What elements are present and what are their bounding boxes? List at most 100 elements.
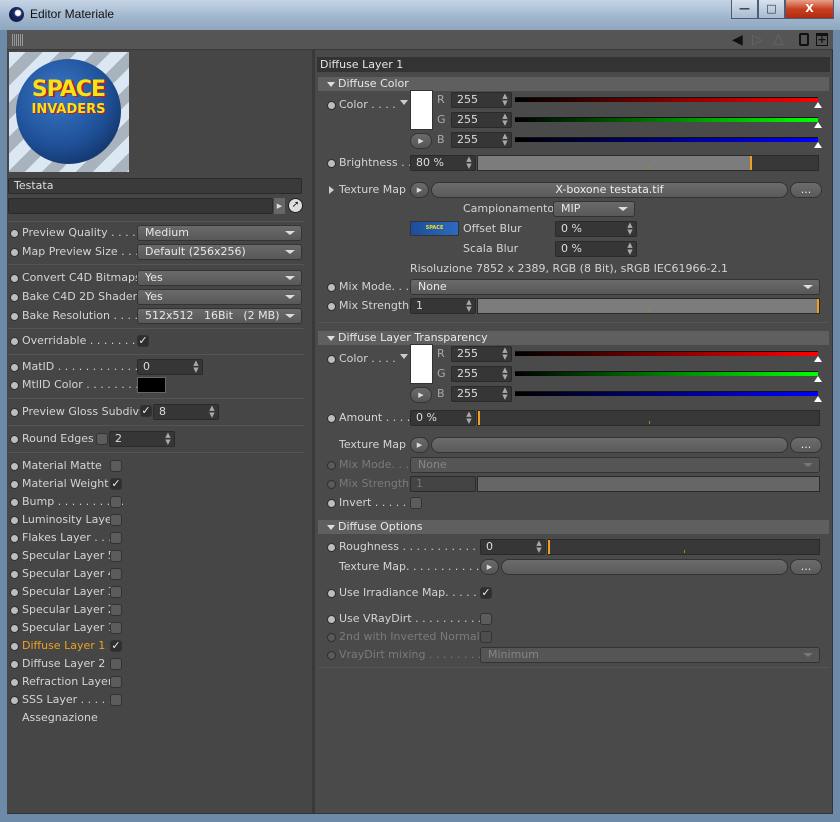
b-input[interactable]: 255 ▲ ▼ — [451, 386, 512, 402]
color-mode-triangle-icon[interactable] — [400, 354, 408, 359]
brightness-slider[interactable] — [477, 155, 819, 171]
browse-button[interactable]: ... — [790, 182, 822, 198]
animate-dot[interactable] — [10, 588, 19, 597]
layer-item-label[interactable]: Specular Layer 4 — [22, 567, 115, 581]
slider-handle[interactable] — [814, 396, 822, 402]
stepper-icon[interactable]: ▲ ▼ — [502, 347, 508, 361]
layer-checkbox[interactable] — [110, 658, 122, 670]
browse-button[interactable]: ... — [790, 437, 822, 453]
forward-arrow-icon[interactable]: ▷ — [752, 32, 763, 48]
animate-dot[interactable] — [10, 624, 19, 633]
round-edges-checkbox[interactable] — [96, 433, 108, 445]
layer-item-label[interactable]: Specular Layer 1 — [22, 621, 115, 635]
stepper-icon[interactable]: ▲ ▼ — [627, 222, 633, 236]
r-slider[interactable] — [515, 351, 822, 362]
texture-menu-button[interactable]: ▶ — [480, 559, 499, 575]
new-panel-icon[interactable]: + — [816, 33, 828, 46]
r-input[interactable]: 255 ▲ ▼ — [451, 346, 512, 362]
preview-quality-dropdown[interactable]: Medium — [137, 225, 302, 241]
animate-dot[interactable] — [10, 642, 19, 651]
bake-resolution-dropdown[interactable]: 512x512 16Bit (2 MB) — [137, 308, 302, 324]
layer-item-label[interactable]: Luminosity Layer — [22, 513, 116, 527]
section-diffuse-color[interactable]: Diffuse Color — [318, 77, 829, 91]
layer-checkbox[interactable]: ✓ — [110, 478, 122, 490]
b-slider[interactable] — [515, 391, 822, 402]
g-input[interactable]: 255 ▲ ▼ — [451, 112, 512, 128]
slider-handle[interactable] — [814, 356, 822, 362]
animate-dot[interactable] — [10, 678, 19, 687]
grip-icon[interactable] — [12, 34, 24, 46]
pick-pointer-icon[interactable]: ➚ — [288, 198, 303, 213]
texture-file-button[interactable] — [501, 559, 788, 575]
r-input[interactable]: 255 ▲ ▼ — [451, 92, 512, 108]
scale-blur-input[interactable]: 0 % ▲ ▼ — [555, 241, 637, 257]
layer-checkbox[interactable] — [110, 460, 122, 472]
slider-handle[interactable] — [478, 411, 480, 425]
slider-handle[interactable] — [814, 102, 822, 108]
section-transparency[interactable]: Diffuse Layer Transparency — [318, 331, 829, 345]
stepper-icon[interactable]: ▲ ▼ — [193, 360, 199, 374]
convert-bitmaps-dropdown[interactable]: Yes — [137, 270, 302, 286]
texture-menu-button[interactable]: ▶ — [410, 437, 429, 453]
mix-strength-slider[interactable] — [477, 298, 820, 314]
layer-checkbox[interactable] — [110, 604, 122, 616]
g-slider[interactable] — [515, 117, 822, 128]
b-slider[interactable] — [515, 137, 822, 148]
animate-dot[interactable] — [10, 462, 19, 471]
animate-dot[interactable] — [10, 552, 19, 561]
stepper-icon[interactable]: ▲ ▼ — [502, 93, 508, 107]
g-slider[interactable] — [515, 371, 822, 382]
layer-checkbox[interactable] — [110, 568, 122, 580]
color-swatch[interactable] — [410, 344, 433, 384]
browse-button[interactable]: ... — [790, 559, 822, 575]
b-input[interactable]: 255 ▲ ▼ — [451, 132, 512, 148]
layer-item-label[interactable]: Diffuse Layer 2 — [22, 657, 105, 671]
stepper-icon[interactable]: ▲ ▼ — [502, 387, 508, 401]
offset-blur-input[interactable]: 0 % ▲ ▼ — [555, 221, 637, 237]
overridable-checkbox[interactable]: ✓ — [137, 335, 149, 347]
texture-file-button[interactable] — [431, 437, 788, 453]
round-edges-input[interactable]: 2 ▲ ▼ — [109, 431, 175, 447]
animate-dot[interactable] — [327, 283, 336, 292]
layer-checkbox[interactable] — [110, 496, 122, 508]
link-field[interactable] — [8, 198, 273, 214]
color-mode-triangle-icon[interactable] — [400, 100, 408, 105]
animate-dot[interactable] — [10, 516, 19, 525]
color-expand-button[interactable]: ▶ — [410, 387, 432, 403]
animate-dot[interactable] — [10, 248, 19, 257]
bake-shaders-dropdown[interactable]: Yes — [137, 289, 302, 305]
animate-dot[interactable] — [327, 355, 336, 364]
stepper-icon[interactable]: ▲ ▼ — [627, 242, 633, 256]
layer-item-label[interactable]: Specular Layer 3 — [22, 585, 115, 599]
material-preview[interactable]: SPACE INVADERS — [9, 52, 129, 172]
layer-item-label[interactable]: Refraction Layer — [22, 675, 112, 689]
layer-item-label[interactable]: Material Weight — [22, 477, 109, 491]
layer-item-label[interactable]: SSS Layer . . . . . . — [22, 693, 119, 707]
animate-dot[interactable] — [10, 293, 19, 302]
irradiance-checkbox[interactable]: ✓ — [480, 587, 492, 599]
link-arrow-button[interactable]: ▶ — [274, 198, 285, 214]
brightness-input[interactable]: 80 % ▲ ▼ — [410, 155, 476, 171]
lock-icon[interactable] — [799, 33, 809, 46]
slider-handle[interactable] — [750, 156, 752, 170]
animate-dot[interactable] — [327, 499, 336, 508]
layer-checkbox[interactable] — [110, 514, 122, 526]
roughness-slider[interactable] — [547, 539, 820, 555]
animate-dot[interactable] — [10, 337, 19, 346]
map-preview-size-dropdown[interactable]: Default (256x256) — [137, 244, 302, 260]
layer-item-label[interactable]: Specular Layer 5 — [22, 549, 115, 563]
amount-slider[interactable] — [477, 410, 820, 426]
stepper-icon[interactable]: ▲ ▼ — [502, 133, 508, 147]
maximize-button[interactable]: □ — [758, 0, 785, 19]
stepper-icon[interactable]: ▲ ▼ — [502, 367, 508, 381]
stepper-icon[interactable]: ▲ ▼ — [536, 540, 542, 554]
animate-dot[interactable] — [10, 660, 19, 669]
roughness-input[interactable]: 0 ▲ ▼ — [480, 539, 546, 555]
slider-handle[interactable] — [814, 376, 822, 382]
animate-dot[interactable] — [10, 363, 19, 372]
stepper-icon[interactable]: ▲ ▼ — [466, 299, 472, 313]
texture-menu-button[interactable]: ▶ — [410, 182, 429, 198]
animate-dot[interactable] — [10, 534, 19, 543]
layer-checkbox[interactable] — [110, 676, 122, 688]
texture-file-button[interactable]: X-boxone testata.tif — [431, 182, 788, 198]
